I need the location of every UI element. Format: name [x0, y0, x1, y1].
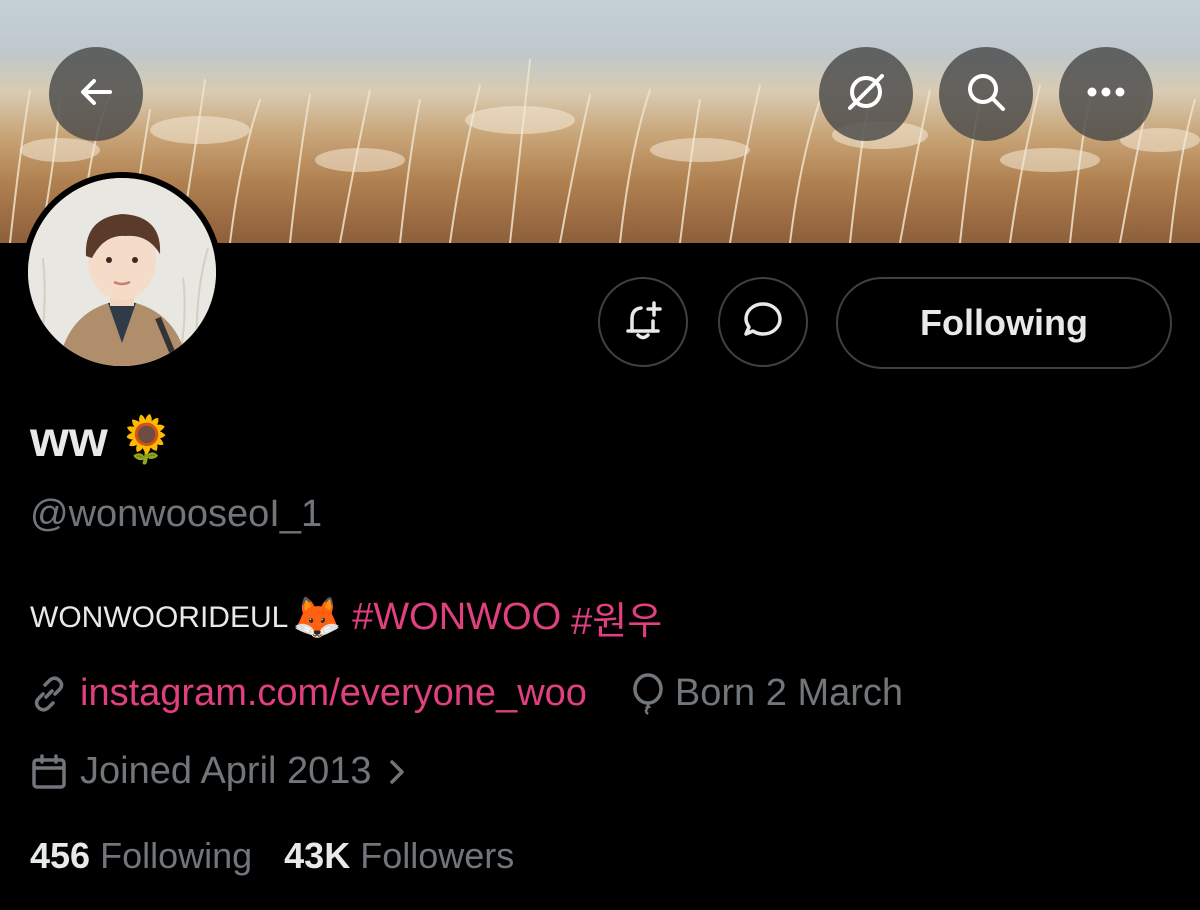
- website-link[interactable]: instagram.com/everyone_woo: [80, 672, 587, 715]
- birthday-text: Born 2 March: [674, 672, 904, 714]
- search-icon: [964, 70, 1008, 119]
- bio: WONWOORIDEUL 🦊 #WONWOO #원우: [30, 590, 662, 645]
- following-count: 456: [30, 835, 91, 876]
- following-label: Following: [100, 835, 253, 876]
- follow-stats: 456 Following 43K Followers: [30, 835, 514, 877]
- user-handle: @wonwooseoI_1: [30, 493, 323, 535]
- link-icon: [30, 675, 68, 713]
- following-stat[interactable]: 456 Following: [30, 835, 252, 877]
- bio-text: WONWOORIDEUL: [30, 600, 289, 634]
- bell-plus-icon: [620, 297, 666, 348]
- following-button-label: Following: [920, 302, 1088, 343]
- chevron-right-icon: [388, 758, 406, 786]
- calendar-icon: [30, 753, 68, 791]
- search-button[interactable]: [939, 47, 1033, 141]
- hashtag-link[interactable]: #원우: [571, 590, 662, 645]
- followers-label: Followers: [360, 835, 515, 876]
- notifications-button[interactable]: [598, 277, 688, 367]
- avatar-image: [28, 178, 216, 366]
- followers-count: 43K: [284, 835, 351, 876]
- profile-meta-row: instagram.com/everyone_woo Born 2 March: [30, 672, 903, 715]
- following-button[interactable]: Following: [836, 277, 1172, 369]
- message-bubble-icon: [740, 297, 786, 348]
- more-button[interactable]: [1059, 47, 1153, 141]
- message-button[interactable]: [718, 277, 808, 367]
- back-button[interactable]: [49, 47, 143, 141]
- joined-text: Joined April 2013: [80, 750, 372, 792]
- sunflower-emoji: 🌻: [117, 412, 176, 465]
- fox-emoji: 🦊: [292, 596, 343, 640]
- display-name: ww 🌻: [30, 410, 175, 468]
- hashtag-link[interactable]: #WONWOO: [352, 596, 561, 639]
- balloon-icon: [631, 672, 665, 715]
- grok-button[interactable]: [819, 47, 913, 141]
- joined-row[interactable]: Joined April 2013: [30, 750, 406, 793]
- followers-stat[interactable]: 43K Followers: [284, 835, 514, 877]
- avatar[interactable]: [22, 172, 222, 372]
- more-icon: [1084, 85, 1128, 103]
- grok-icon: [844, 70, 888, 119]
- back-arrow-icon: [76, 72, 116, 117]
- display-name-text: ww: [30, 411, 108, 467]
